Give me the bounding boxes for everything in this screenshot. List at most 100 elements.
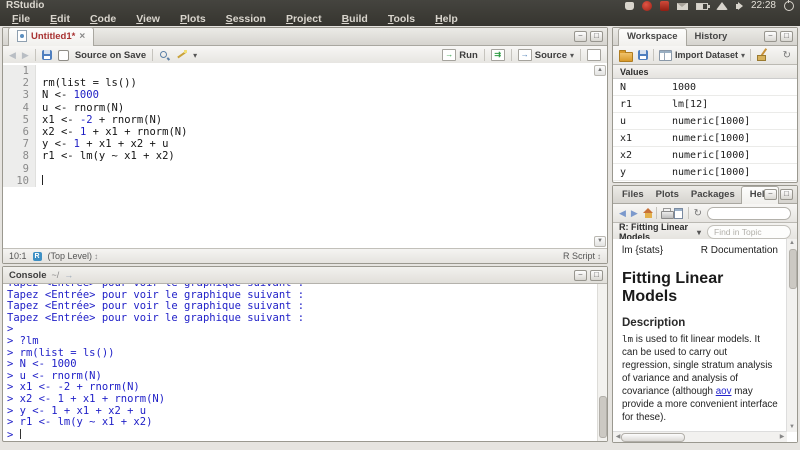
help-home-icon[interactable]	[643, 208, 651, 218]
file-type-selector[interactable]: R Script	[563, 251, 601, 261]
save-workspace-icon[interactable]	[638, 50, 648, 60]
menu-item[interactable]: File	[2, 13, 40, 25]
run-button[interactable]: → Run	[442, 49, 477, 61]
menu-item[interactable]: Tools	[378, 13, 425, 25]
variable-value: numeric[1000]	[672, 116, 750, 127]
workspace-value-row[interactable]: x1 numeric[1000]	[613, 130, 797, 147]
source-button[interactable]: → Source	[518, 49, 574, 61]
goto-directory-icon[interactable]: →	[64, 271, 73, 280]
close-tab-icon[interactable]	[79, 31, 85, 42]
menu-item[interactable]: Plots	[170, 13, 216, 25]
help-minimize-icon[interactable]	[764, 189, 777, 200]
workspace-maximize-icon[interactable]	[780, 31, 793, 42]
scroll-up-icon[interactable]: ▲	[787, 239, 797, 248]
code-tools-icon[interactable]	[176, 50, 187, 61]
console-line: > r1 <- lm(y ~ x1 + x2)	[7, 417, 598, 429]
alert-indicator-icon[interactable]	[642, 1, 652, 11]
workspace-value-row[interactable]: x2 numeric[1000]	[613, 147, 797, 164]
console-scrollbar[interactable]	[597, 284, 607, 441]
line-number: 8	[3, 150, 36, 162]
rerun-icon[interactable]: ⇉	[491, 49, 505, 61]
topic-dropdown-icon	[697, 227, 701, 237]
variable-name: r1	[613, 99, 672, 110]
maximize-pane-icon[interactable]	[590, 31, 603, 42]
minimize-pane-icon[interactable]	[574, 31, 587, 42]
back-icon[interactable]: ◀	[9, 51, 16, 60]
session-power-icon[interactable]	[784, 1, 794, 11]
line-number: 6	[3, 126, 36, 138]
workspace-value-row[interactable]: r1 lm[12]	[613, 96, 797, 113]
workspace-value-row[interactable]: u numeric[1000]	[613, 113, 797, 130]
battery-icon[interactable]	[696, 3, 708, 10]
code-editor[interactable]: 1 2 rm(list = ls()) 3 N <- 1000 4 u <- r…	[3, 63, 607, 249]
update-indicator-icon[interactable]	[660, 1, 669, 11]
code-text	[36, 65, 42, 77]
save-icon[interactable]	[42, 50, 52, 60]
help-refresh-icon[interactable]	[694, 208, 702, 219]
print-icon[interactable]	[661, 210, 669, 219]
working-directory: ~/	[51, 270, 59, 280]
values-section-header: Values	[613, 65, 797, 79]
console[interactable]: Tapez <Entrée> pour voir le graphique su…	[3, 284, 598, 441]
console-scroll-thumb[interactable]	[599, 396, 607, 438]
line-number: 2	[3, 77, 36, 89]
find-in-topic-input[interactable]	[707, 225, 791, 239]
menu-item[interactable]: Project	[276, 13, 332, 25]
menu-item[interactable]: Help	[425, 13, 468, 25]
help-vertical-scrollbar[interactable]: ▲ ▼	[786, 239, 797, 432]
workspace-value-row[interactable]: y numeric[1000]	[613, 164, 797, 181]
source-on-save-checkbox[interactable]	[58, 50, 69, 61]
indicator-applet-icon[interactable]	[625, 2, 634, 10]
tab-packages[interactable]: Packages	[685, 187, 741, 203]
scroll-down-icon[interactable]: ▼	[787, 423, 797, 432]
scroll-right-icon[interactable]: ▶	[777, 432, 787, 442]
tab-untitled1[interactable]: Untitled1*	[8, 27, 94, 46]
help-back-icon[interactable]: ◀	[619, 209, 626, 218]
volume-icon[interactable]	[736, 4, 739, 9]
menu-item[interactable]: Code	[80, 13, 126, 25]
import-dataset-icon	[659, 50, 672, 61]
import-dataset-button[interactable]: Import Dataset	[659, 50, 745, 61]
console-pane: Console ~/ → Tapez <Entrée> pour voir le…	[2, 266, 608, 442]
code-text	[36, 163, 42, 175]
code-line: 10	[3, 175, 607, 187]
clear-workspace-icon[interactable]	[756, 49, 768, 61]
editor-scroll-down-icon[interactable]: ▼	[594, 236, 606, 247]
variable-value: numeric[1000]	[672, 133, 750, 144]
refresh-workspace-icon[interactable]	[783, 50, 791, 61]
console-minimize-icon[interactable]	[574, 270, 587, 281]
console-maximize-icon[interactable]	[590, 270, 603, 281]
tab-workspace[interactable]: Workspace	[618, 28, 687, 46]
code-tools-dropdown-icon[interactable]	[193, 50, 197, 61]
load-workspace-icon[interactable]	[619, 52, 633, 62]
editor-scroll-up-icon[interactable]: ▲	[594, 65, 606, 76]
menu-item[interactable]: Session	[216, 13, 276, 25]
help-scroll-thumb[interactable]	[789, 249, 797, 289]
mail-icon[interactable]	[677, 3, 688, 10]
code-text: N <- 1000	[36, 89, 99, 101]
help-horizontal-scrollbar[interactable]: ◀ ▶	[613, 431, 787, 442]
tab-history[interactable]: History	[687, 29, 736, 45]
wifi-icon[interactable]	[716, 2, 728, 10]
menu-item[interactable]: Build	[332, 13, 378, 25]
help-maximize-icon[interactable]	[780, 189, 793, 200]
forward-icon[interactable]: ▶	[22, 51, 29, 60]
help-forward-icon[interactable]: ▶	[631, 209, 638, 218]
r-scope-icon	[33, 252, 42, 261]
help-search-input[interactable]	[707, 207, 791, 220]
menu-item[interactable]: View	[126, 13, 170, 25]
source-icon: →	[518, 49, 532, 61]
console-line: > x2 <- 1 + x1 + rnorm(N)	[7, 394, 598, 406]
workspace-value-row[interactable]: N 1000	[613, 79, 797, 96]
open-in-new-window-icon[interactable]	[674, 208, 683, 219]
menu-item[interactable]: Edit	[40, 13, 80, 25]
scope-selector[interactable]: (Top Level)	[48, 251, 99, 261]
find-replace-icon[interactable]	[159, 50, 170, 61]
tab-plots[interactable]: Plots	[650, 187, 685, 203]
tab-files[interactable]: Files	[616, 187, 650, 203]
workspace-minimize-icon[interactable]	[764, 31, 777, 42]
help-hscroll-thumb[interactable]	[621, 433, 685, 442]
clock[interactable]: 22:28	[751, 1, 776, 11]
code-line: 2 rm(list = ls())	[3, 77, 607, 89]
toolbar-misc-icon[interactable]	[587, 49, 601, 61]
